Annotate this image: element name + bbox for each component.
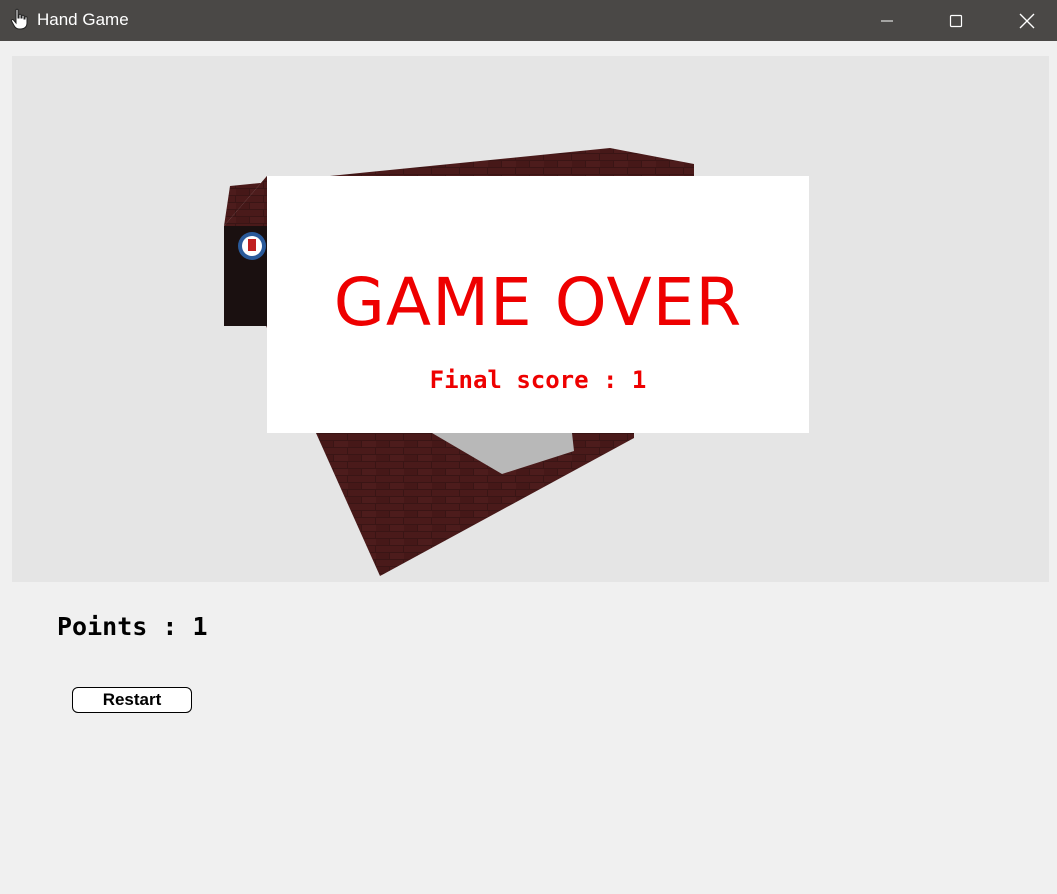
maximize-icon xyxy=(949,14,963,27)
minimize-icon xyxy=(881,20,893,21)
game-over-title: GAME OVER xyxy=(333,264,743,341)
game-viewport[interactable]: GAME OVER Final score : 1 xyxy=(12,56,1049,582)
game-over-panel: GAME OVER Final score : 1 xyxy=(267,176,809,433)
title-bar[interactable]: Hand Game xyxy=(0,0,1057,41)
close-icon xyxy=(1019,13,1035,28)
maximize-button[interactable] xyxy=(921,0,991,41)
final-score: Final score : 1 xyxy=(429,366,647,394)
points-counter: Points : 1 xyxy=(57,612,208,641)
window-title: Hand Game xyxy=(37,10,129,29)
hand-pointer-icon xyxy=(10,8,28,30)
close-button[interactable] xyxy=(992,0,1057,41)
minimize-button[interactable] xyxy=(852,0,922,41)
restart-button[interactable]: Restart xyxy=(72,687,192,713)
game-window: Hand Game GAME OVER Final score: 1 Poin… xyxy=(0,0,1057,894)
